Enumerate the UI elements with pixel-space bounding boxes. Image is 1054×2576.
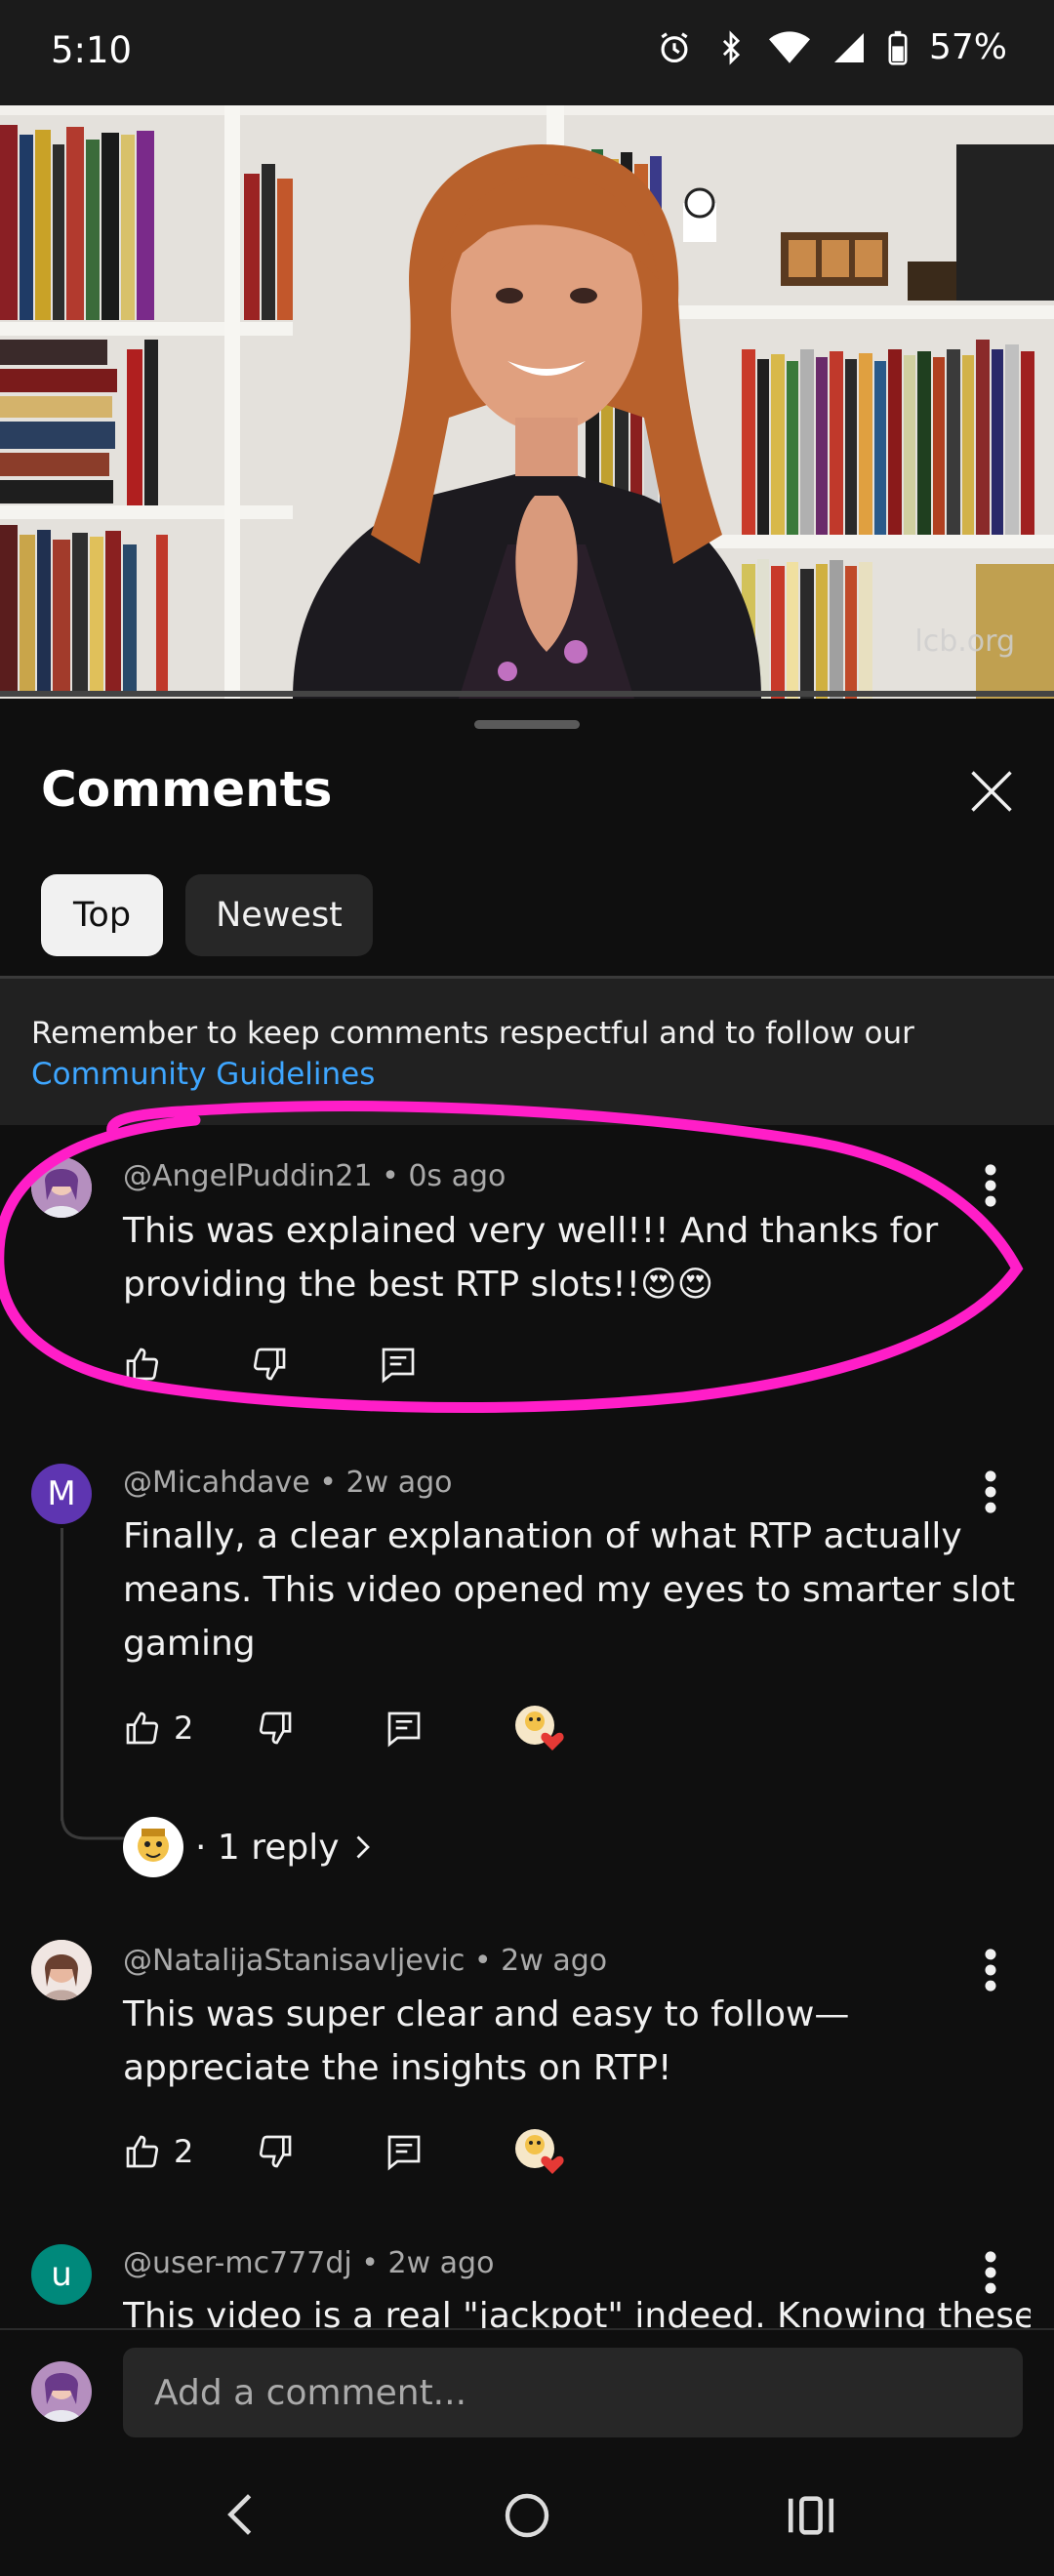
chevron-right-icon	[356, 1835, 370, 1859]
avatar[interactable]: M	[31, 1464, 92, 1524]
bluetooth-icon	[722, 29, 741, 65]
home-icon[interactable]	[504, 2492, 550, 2539]
comment-meta: @NatalijaStanisavljevic • 2w ago	[123, 1944, 608, 1978]
like-count: 2	[174, 2133, 194, 2170]
comment-author[interactable]: @user-mc777dj	[123, 2246, 352, 2280]
like-button[interactable]: 2	[123, 1709, 193, 1748]
thread-connector	[61, 1795, 125, 1840]
video-player[interactable]	[0, 105, 1054, 699]
like-icon	[126, 2135, 159, 2168]
dislike-icon[interactable]	[256, 1709, 295, 1748]
comments-title: Comments	[41, 761, 333, 818]
avatar[interactable]	[31, 1940, 92, 2000]
thread-line	[61, 1528, 63, 1821]
comment-time: 2w ago	[387, 2246, 495, 2280]
guidelines-text: Remember to keep comments respectful and…	[31, 1013, 1017, 1095]
tab-top[interactable]: Top	[41, 874, 163, 956]
recent-apps-icon[interactable]	[787, 2494, 835, 2537]
creator-heart-icon	[515, 1706, 564, 1751]
more-options-icon[interactable]	[984, 1948, 997, 1992]
avatar-image	[31, 1940, 92, 2000]
view-replies-button[interactable]: · 1 reply	[123, 1817, 373, 1877]
comment-text: This was super clear and easy to follow—…	[123, 1994, 850, 2088]
avatar-image	[31, 1157, 92, 1218]
dislike-icon[interactable]	[250, 1345, 289, 1384]
guidelines-message: Remember to keep comments respectful and…	[31, 1016, 914, 1051]
like-icon	[126, 1711, 159, 1745]
comment-time: 2w ago	[345, 1466, 453, 1500]
like-count: 2	[174, 1710, 194, 1747]
more-options-icon[interactable]	[984, 2250, 997, 2295]
comment-text: Finally, a clear explanation of what RTP…	[123, 1516, 1016, 1664]
tab-newest[interactable]: Newest	[185, 874, 373, 956]
video-frame	[0, 105, 1054, 699]
reply-count: · 1 reply	[195, 1827, 340, 1868]
reply-icon[interactable]	[385, 2132, 424, 2171]
comment-text: This was explained very well!!! And than…	[123, 1211, 939, 1305]
battery-percent: 57%	[928, 27, 1007, 67]
creator-avatar-icon	[123, 1817, 183, 1877]
status-icons: 57%	[656, 27, 1007, 67]
comment-meta: @user-mc777dj • 2w ago	[123, 2246, 495, 2280]
avatar-image	[31, 2361, 92, 2422]
comment-actions: 2	[123, 2127, 566, 2176]
creator-heart-icon	[515, 2129, 564, 2174]
add-comment-input[interactable]: Add a comment...	[123, 2348, 1023, 2437]
battery-icon	[888, 30, 908, 65]
dislike-icon[interactable]	[256, 2132, 295, 2171]
like-button[interactable]: 2	[123, 2132, 193, 2171]
reply-icon[interactable]	[385, 1709, 424, 1748]
comment-author[interactable]: @NatalijaStanisavljevic	[123, 1944, 465, 1978]
reply-icon[interactable]	[379, 1345, 418, 1384]
comment-text-clip: This video is a real "jackpot" indeed. K…	[123, 2289, 1031, 2328]
comment-meta: @AngelPuddin21 • 0s ago	[123, 1159, 507, 1193]
my-avatar	[31, 2361, 92, 2422]
video-progress-bar[interactable]	[0, 691, 1054, 697]
more-options-icon[interactable]	[984, 1469, 997, 1514]
like-icon[interactable]	[123, 1345, 162, 1384]
community-guidelines-link[interactable]: Community Guidelines	[31, 1057, 375, 1092]
comment-actions	[123, 1345, 418, 1384]
close-icon[interactable]	[966, 766, 1017, 817]
comment-author[interactable]: @Micahdave	[123, 1466, 310, 1500]
wifi-icon	[768, 30, 810, 63]
comment-author[interactable]: @AngelPuddin21	[123, 1159, 373, 1193]
comment-actions: 2	[123, 1704, 566, 1752]
more-options-icon[interactable]	[984, 1163, 997, 1208]
avatar[interactable]	[31, 1157, 92, 1218]
alarm-icon	[661, 31, 688, 62]
status-time: 5:10	[51, 29, 133, 71]
drag-handle[interactable]	[474, 720, 580, 729]
comment-text: This video is a real "jackpot" indeed. K…	[123, 2296, 1031, 2328]
video-watermark: lcb.org	[914, 624, 1015, 659]
comment-meta: @Micahdave • 2w ago	[123, 1466, 453, 1500]
avatar[interactable]: u	[31, 2244, 92, 2305]
comment-time: 2w ago	[501, 1944, 608, 1978]
back-icon[interactable]	[221, 2490, 260, 2539]
signal-icon	[833, 32, 864, 62]
comment-time: 0s ago	[408, 1159, 507, 1193]
